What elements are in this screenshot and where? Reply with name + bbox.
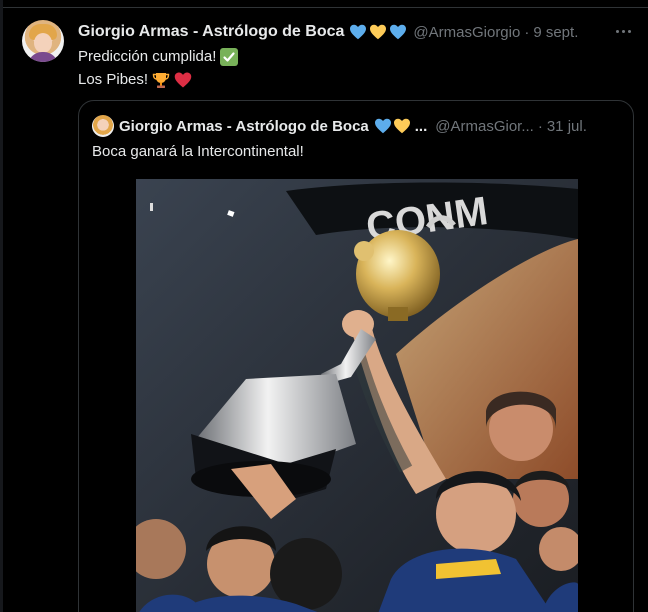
- quoted-name-badges: [374, 118, 411, 134]
- quoted-author-handle: @ArmasGior...: [435, 117, 534, 135]
- tweet-line-2: Los Pibes!: [78, 70, 149, 88]
- red-heart-icon: [174, 71, 192, 89]
- quoted-header: Giorgio Armas - Astrólogo de Boca ... @A…: [119, 115, 587, 137]
- tweet-date[interactable]: 9 sept.: [533, 24, 578, 41]
- tweet-header: Giorgio Armas - Astrólogo de Boca @Armas…: [78, 21, 578, 43]
- quoted-date: 31 jul.: [546, 117, 587, 135]
- quoted-tweet[interactable]: Giorgio Armas - Astrólogo de Boca ... @A…: [78, 100, 634, 612]
- quoted-text: Boca ganará la Intercontinental!: [92, 143, 304, 160]
- tweet[interactable]: Giorgio Armas - Astrólogo de Boca @Armas…: [0, 0, 648, 612]
- name-badges: [349, 24, 407, 40]
- blue-heart-icon: [374, 118, 392, 134]
- blue-heart-icon: [349, 24, 367, 40]
- author-handle[interactable]: @ArmasGiorgio: [413, 24, 520, 41]
- photo-illustration: CONM: [136, 179, 578, 612]
- more-options-icon[interactable]: [612, 23, 634, 39]
- timeline-rail: [0, 0, 3, 612]
- blue-heart-icon: [389, 24, 407, 40]
- trophy-icon: [152, 71, 170, 89]
- avatar[interactable]: [22, 20, 64, 62]
- divider: [0, 7, 648, 8]
- quoted-avatar: [92, 115, 114, 137]
- yellow-heart-icon: [369, 24, 387, 40]
- quoted-author-name: Giorgio Armas - Astrólogo de Boca: [119, 117, 369, 135]
- author-name[interactable]: Giorgio Armas - Astrólogo de Boca: [78, 23, 344, 41]
- tweet-line-1: Predicción cumplida!: [78, 47, 217, 65]
- yellow-heart-icon: [393, 118, 411, 134]
- tweet-photo[interactable]: CONM: [136, 179, 578, 612]
- tweet-text: Predicción cumplida! Los Pibes!: [78, 45, 239, 91]
- separator-dot: ·: [524, 23, 530, 41]
- check-mark-icon: [220, 47, 239, 66]
- separator-dot: ·: [537, 117, 543, 135]
- name-ellipsis: ...: [414, 117, 428, 135]
